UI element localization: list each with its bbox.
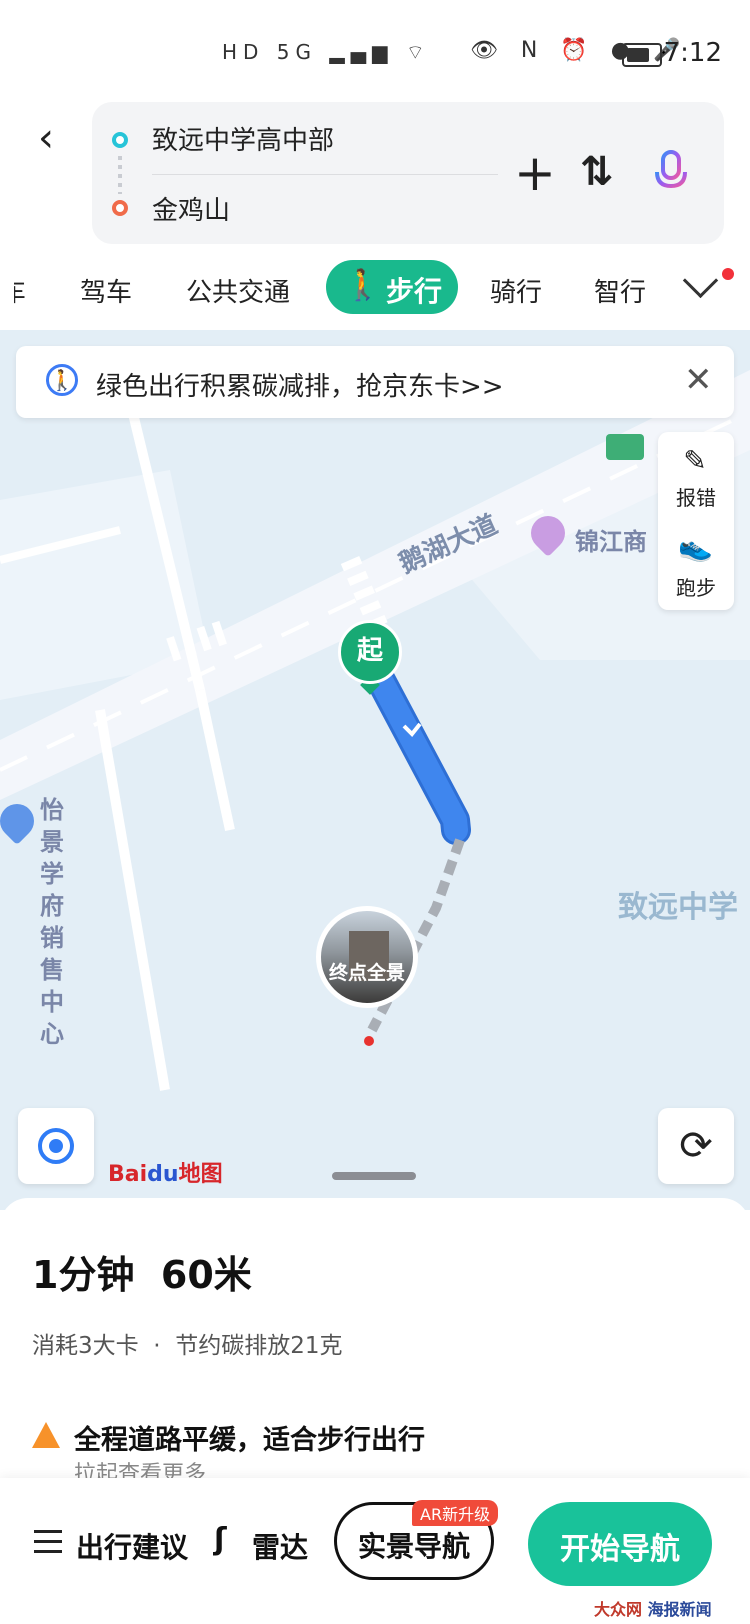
back-icon[interactable]: ‹: [38, 118, 68, 158]
radar-icon[interactable]: ʃ: [214, 1522, 226, 1557]
poi-hotel-label: 锦江商: [575, 528, 647, 556]
calorie-carbon-stats: 消耗3大卡 · 节约碳排放21克: [32, 1333, 343, 1359]
microphone-icon[interactable]: [654, 150, 688, 196]
route-notice: 全程道路平缓，适合步行出行: [74, 1425, 425, 1456]
logo-bai: Bai: [108, 1162, 148, 1187]
tab-ride[interactable]: 骑行: [490, 272, 542, 309]
bus-stop-icon[interactable]: [606, 434, 644, 460]
route-divider: [152, 174, 498, 175]
signal-icons: HD 5G ▂▄▆ ⌔: [222, 40, 431, 64]
panorama-label: 终点全景: [328, 962, 405, 984]
walker-badge-icon: 🚶: [46, 364, 78, 396]
watermark-left: 大众网: [594, 1600, 643, 1619]
end-location-field[interactable]: 金鸡山: [152, 190, 230, 227]
run-button[interactable]: 跑步: [658, 572, 734, 601]
tab-transit[interactable]: 公共交通: [186, 272, 290, 309]
poi-sales-line2: 销售中心: [40, 924, 64, 1048]
poi-sales-line1: 怡景学府: [40, 796, 64, 920]
map-roads: [0, 358, 750, 1091]
transport-mode-tabs: 车 驾车 公共交通 🚶 步行 骑行 智行: [0, 250, 750, 328]
tab-drive[interactable]: 驾车: [80, 272, 132, 309]
ar-navigation-label: 实景导航: [357, 1530, 470, 1563]
walking-icon: 🚶: [344, 268, 382, 303]
edit-report-icon[interactable]: ✎: [678, 444, 712, 477]
tab-walk[interactable]: 🚶 步行: [326, 260, 458, 314]
start-location-field[interactable]: 致远中学高中部: [152, 120, 334, 157]
start-navigation-label: 开始导航: [560, 1532, 680, 1567]
notification-dot: [722, 268, 734, 280]
destination-panorama-thumbnail[interactable]: [316, 906, 418, 1008]
school-label: 致远中学: [618, 890, 738, 925]
refresh-icon[interactable]: ⟳: [658, 1108, 734, 1184]
destination-dot: [364, 1036, 374, 1046]
close-icon[interactable]: ✕: [684, 360, 713, 400]
promo-text: 绿色出行积累碳减排，抢京东卡>>: [96, 372, 504, 402]
watermark: 大众网 海报新闻: [594, 1596, 712, 1620]
logo-map: 地图: [178, 1162, 223, 1187]
list-icon[interactable]: [34, 1530, 62, 1554]
watermark-right: 海报新闻: [647, 1600, 712, 1619]
time-distance: 1分钟 60米: [32, 1253, 252, 1297]
swap-route-icon[interactable]: ⇅: [580, 150, 614, 194]
locate-icon-core: [49, 1139, 63, 1153]
tab-walk-label: 步行: [386, 275, 443, 308]
add-waypoint-icon[interactable]: +: [514, 148, 556, 198]
running-shoe-icon[interactable]: 👟: [678, 530, 713, 563]
ar-upgrade-badge: AR新升级: [412, 1500, 499, 1526]
start-marker[interactable]: 起: [338, 620, 402, 684]
clock: 7:12: [663, 38, 722, 68]
start-navigation-button[interactable]: 开始导航: [528, 1502, 712, 1586]
my-location-button[interactable]: [18, 1108, 94, 1184]
route-connector: [118, 156, 122, 194]
map-side-tools: ✎ 报错 👟 跑步: [658, 432, 734, 610]
start-dot-icon: [112, 132, 128, 148]
battery-icon: [622, 43, 662, 67]
travel-advice-button[interactable]: 出行建议: [76, 1526, 188, 1566]
promo-banner[interactable]: 🚶 绿色出行积累碳减排，抢京东卡>> ✕: [16, 346, 734, 418]
warning-icon: [32, 1422, 60, 1448]
radar-button[interactable]: 雷达: [252, 1526, 308, 1566]
map-view[interactable]: [0, 330, 750, 1210]
logo-du: du: [147, 1162, 179, 1187]
poi-sales-label: 怡景学府 销售中心: [40, 794, 64, 1050]
sheet-drag-handle[interactable]: [332, 1172, 416, 1180]
tab-partial[interactable]: 车: [14, 272, 26, 309]
tab-smart[interactable]: 智行: [594, 272, 646, 309]
baidu-map-logo: Baidu地图: [108, 1156, 223, 1188]
report-error-button[interactable]: 报错: [658, 482, 734, 511]
end-dot-icon: [112, 200, 128, 216]
